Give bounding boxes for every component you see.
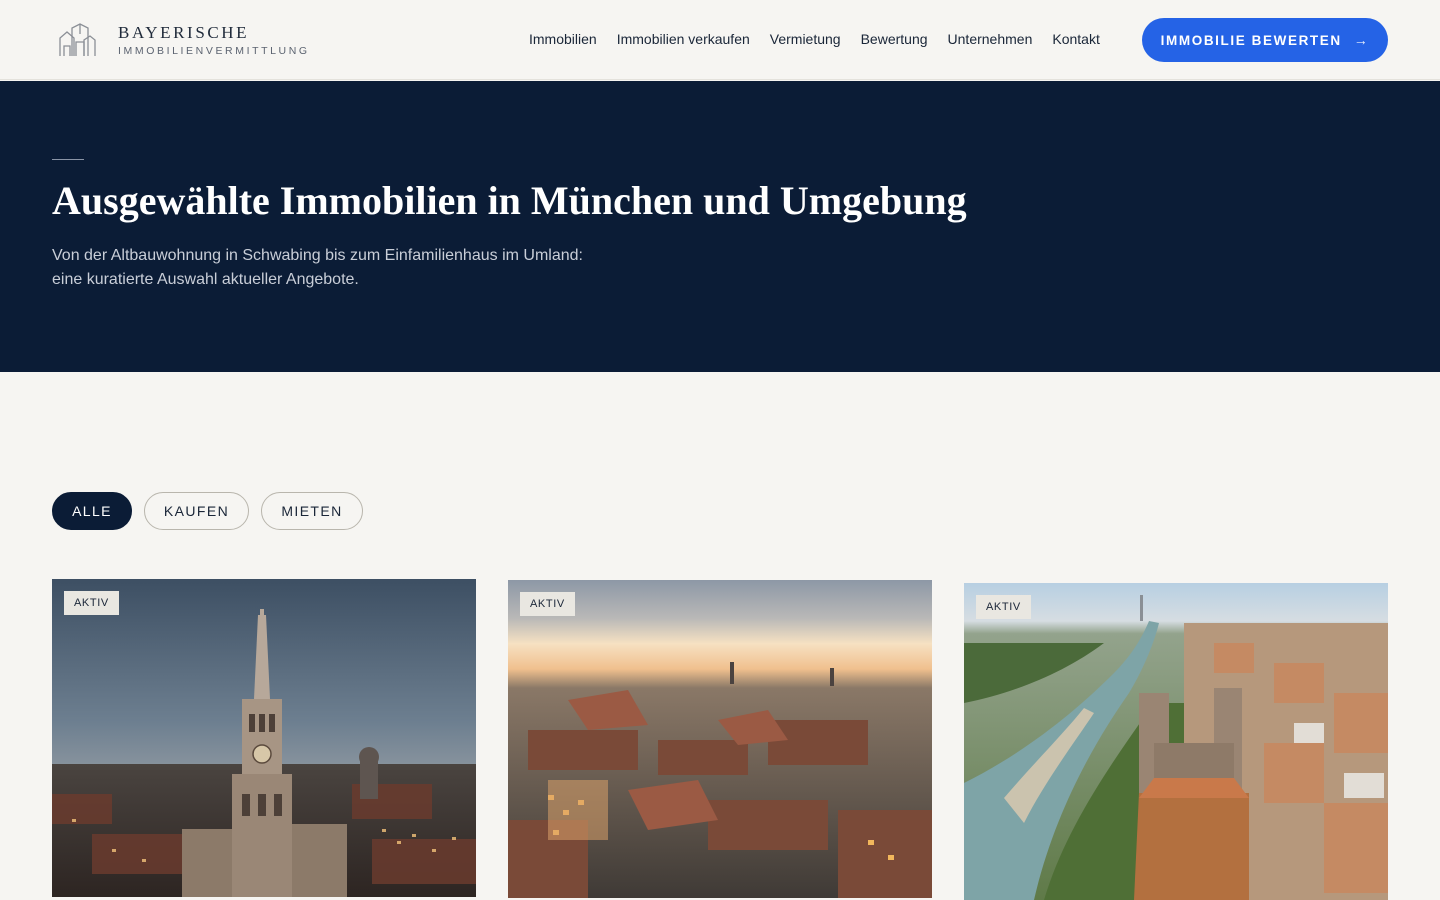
listing-image-1: [52, 579, 476, 897]
hero-section: Ausgewählte Immobilien in München und Um…: [0, 81, 1440, 372]
listing-card-3[interactable]: AKTIV: [964, 583, 1388, 900]
main-nav: Immobilien Immobilien verkaufen Vermietu…: [529, 30, 1120, 48]
nav-item-immobilien-verkaufen[interactable]: Immobilien verkaufen: [617, 30, 750, 48]
listing-status-badge-1: AKTIV: [64, 591, 119, 615]
filter-mieten[interactable]: MIETEN: [261, 492, 363, 530]
building-logo-icon: [59, 23, 96, 56]
listing-filters: ALLE KAUFEN MIETEN: [52, 492, 375, 530]
filter-alle[interactable]: ALLE: [52, 492, 132, 530]
nav-item-bewertung[interactable]: Bewertung: [861, 30, 928, 48]
listing-status-badge-3: AKTIV: [976, 595, 1031, 619]
listing-card-2[interactable]: AKTIV: [508, 580, 932, 898]
listing-image-3: [964, 583, 1388, 900]
site-header: BAYERISCHE IMMOBILIENVERMITTLUNG Immobil…: [0, 0, 1440, 80]
listing-card-1[interactable]: AKTIV: [52, 579, 476, 897]
listing-image-2: [508, 580, 932, 898]
immobilie-bewerten-button[interactable]: IMMOBILIE BEWERTEN →: [1142, 18, 1388, 62]
hero-description: Von der Altbauwohnung in Schwabing bis z…: [52, 244, 652, 292]
hero-text-line-1: Von der Altbauwohnung in Schwabing bis z…: [52, 247, 583, 264]
hero-divider: [52, 159, 84, 160]
hero-text-line-2: eine kuratierte Auswahl aktueller Angebo…: [52, 271, 359, 288]
nav-item-vermietung[interactable]: Vermietung: [770, 30, 841, 48]
nav-item-immobilien[interactable]: Immobilien: [529, 30, 597, 48]
page-title: Ausgewählte Immobilien in München und Um…: [52, 178, 967, 223]
brand-logo[interactable]: BAYERISCHE IMMOBILIENVERMITTLUNG: [58, 22, 310, 58]
cta-label: IMMOBILIE BEWERTEN: [1160, 32, 1342, 48]
nav-item-unternehmen[interactable]: Unternehmen: [948, 30, 1033, 48]
filter-kaufen[interactable]: KAUFEN: [144, 492, 249, 530]
brand-title: BAYERISCHE: [118, 22, 250, 42]
listing-status-badge-2: AKTIV: [520, 592, 575, 616]
arrow-right-icon: →: [1353, 32, 1370, 48]
nav-item-kontakt[interactable]: Kontakt: [1052, 30, 1099, 48]
brand-subtitle: IMMOBILIENVERMITTLUNG: [118, 44, 310, 57]
